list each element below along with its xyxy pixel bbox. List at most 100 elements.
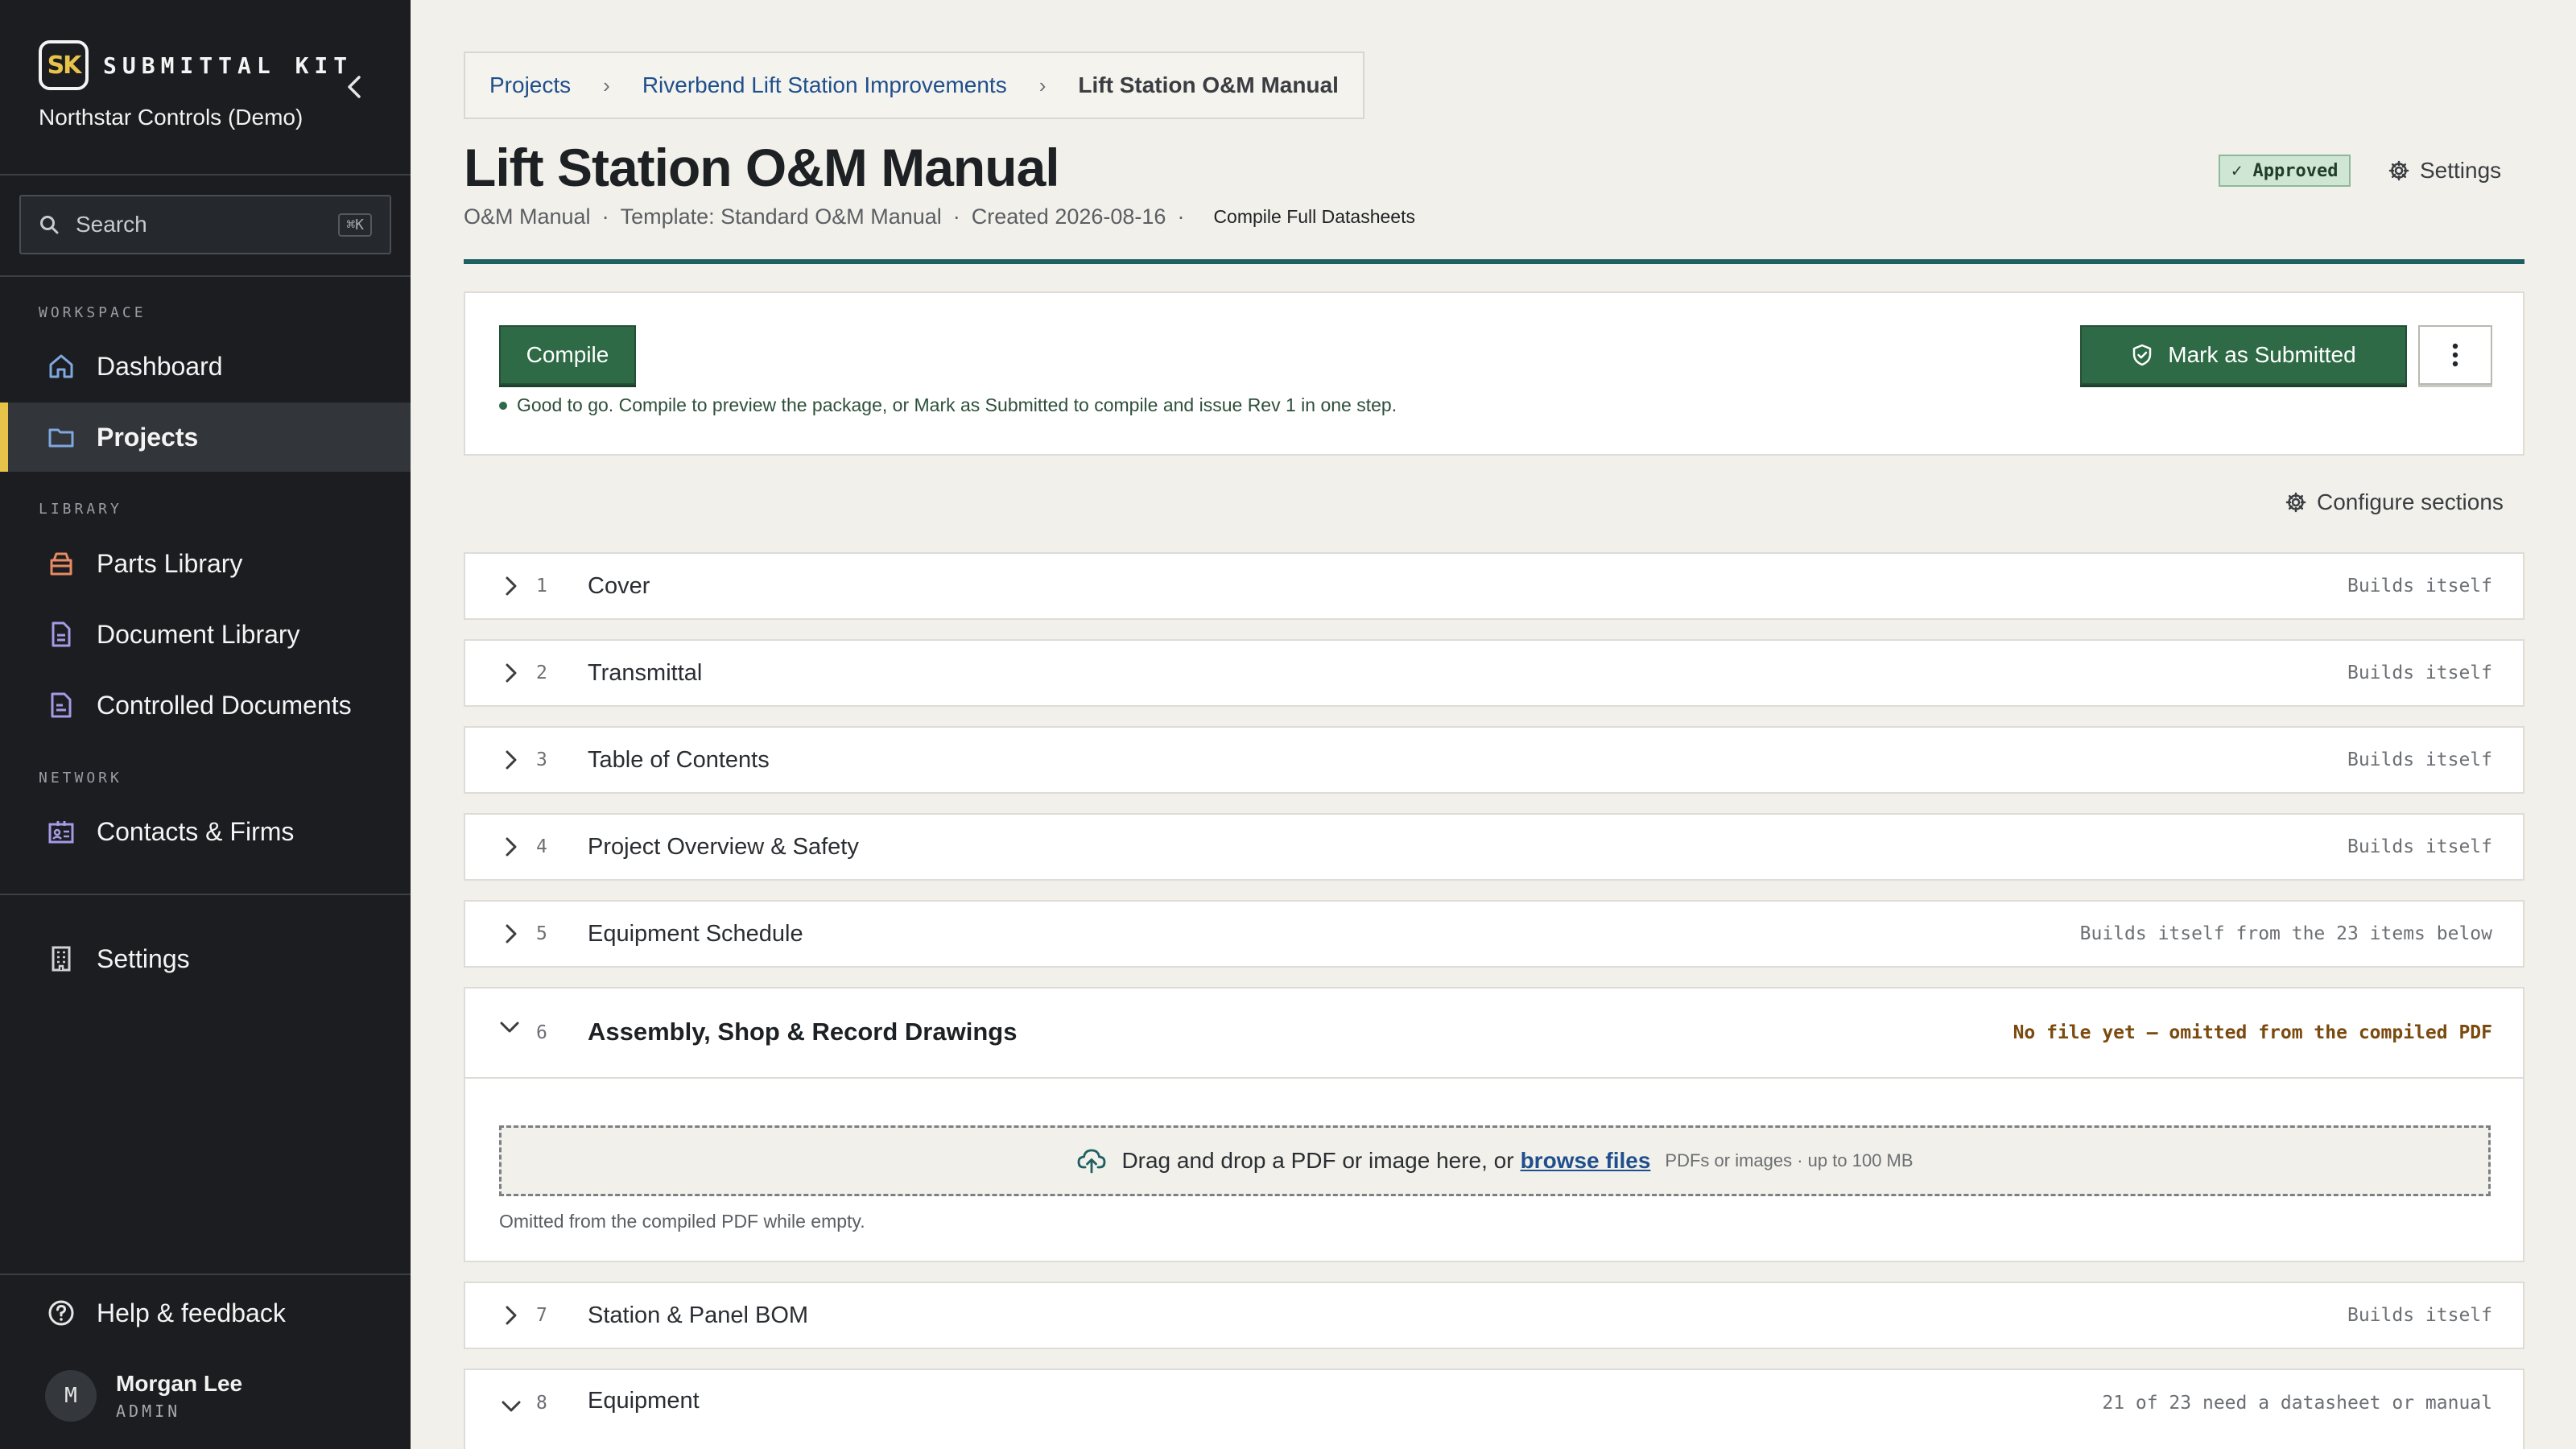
more-actions-button[interactable] (2418, 325, 2492, 385)
box-icon (45, 547, 77, 580)
section-row[interactable]: 1 Cover Builds itself (464, 552, 2524, 620)
app-name: SUBMITTAL KIT (103, 52, 353, 79)
user-profile[interactable]: M Morgan Lee ADMIN (45, 1370, 242, 1422)
chevron-right-icon[interactable] (499, 574, 523, 598)
mark-as-submitted-label: Mark as Submitted (2168, 342, 2356, 367)
section-number: 6 (536, 1022, 547, 1043)
section-header[interactable]: 6 Assembly, Shop & Record Drawings No fi… (465, 989, 2523, 1079)
sidebar-item-label: Projects (97, 422, 199, 452)
section-title: Assembly, Shop & Record Drawings (588, 1018, 1018, 1046)
configure-sections-button[interactable]: Configure sections (2285, 489, 2504, 515)
breadcrumb: Projects › Riverbend Lift Station Improv… (464, 52, 1364, 119)
folder-icon (45, 421, 77, 453)
search-input[interactable]: Search ⌘K (19, 195, 391, 254)
breadcrumb-separator: › (603, 72, 610, 97)
search-shortcut: ⌘K (338, 213, 372, 237)
sidebar-item-label: Dashboard (97, 351, 223, 381)
section-row[interactable]: 7 Station & Panel BOM Builds itself (464, 1282, 2524, 1349)
dropzone-text: Drag and drop a PDF or image here, or (1121, 1148, 1514, 1173)
section-title: Table of Contents (588, 746, 770, 773)
chevron-right-icon[interactable] (499, 748, 523, 772)
configure-sections-label: Configure sections (2317, 489, 2504, 514)
chevron-down-icon[interactable] (499, 1394, 523, 1418)
chevron-right-icon[interactable] (499, 835, 523, 859)
home-icon (45, 350, 77, 382)
section-title: Equipment Schedule (588, 920, 803, 947)
sidebar-item-dashboard[interactable]: Dashboard (0, 332, 411, 401)
browse-files-link[interactable]: browse files (1521, 1148, 1651, 1174)
app-logo: SK (39, 40, 89, 90)
shield-check-icon (2133, 344, 2152, 366)
status-dot (499, 401, 507, 410)
section-title: Project Overview & Safety (588, 833, 859, 860)
sidebar-item-parts-library[interactable]: Parts Library (0, 529, 411, 598)
search-icon (40, 216, 59, 234)
section-label-workspace: WORKSPACE (39, 304, 147, 321)
sidebar-divider (0, 275, 411, 277)
sidebar-item-settings[interactable]: Settings (0, 924, 411, 993)
template-name: Template: Standard O&M Manual (620, 204, 942, 229)
sidebar-item-label: Document Library (97, 619, 300, 649)
section-status: Builds itself (2347, 749, 2492, 770)
section-number: 5 (536, 923, 547, 944)
sidebar: SK SUBMITTAL KIT Northstar Controls (Dem… (0, 0, 411, 1449)
page-meta: O&M Manual · Template: Standard O&M Manu… (464, 204, 1415, 229)
controlled-document-icon (45, 689, 77, 721)
meta-separator: · (952, 204, 960, 229)
chevron-right-icon[interactable] (499, 922, 523, 946)
mark-as-submitted-button[interactable]: Mark as Submitted (2080, 325, 2407, 385)
collapse-sidebar-button[interactable] (338, 71, 370, 103)
help-feedback-link[interactable]: Help & feedback (0, 1278, 411, 1348)
compile-panel: Compile Good to go. Compile to preview t… (464, 291, 2524, 456)
upload-cloud-icon (1078, 1149, 1106, 1174)
page-title: Lift Station O&M Manual (464, 138, 1060, 197)
chevron-right-icon[interactable] (499, 661, 523, 685)
section-title: Station & Panel BOM (588, 1302, 809, 1328)
section-title: Equipment (588, 1388, 700, 1414)
section-status: Builds itself (2347, 1305, 2492, 1326)
org-name: Northstar Controls (Demo) (39, 105, 303, 130)
chevron-left-icon (348, 76, 361, 98)
section-status: No file yet — omitted from the compiled … (2013, 1022, 2492, 1043)
compile-button[interactable]: Compile (499, 325, 636, 385)
sidebar-item-controlled-documents[interactable]: Controlled Documents (0, 671, 411, 740)
section-title: Transmittal (588, 659, 703, 686)
breadcrumb-current: Lift Station O&M Manual (1078, 72, 1339, 97)
section-expanded: 6 Assembly, Shop & Record Drawings No fi… (464, 987, 2524, 1262)
sidebar-item-label: Controlled Documents (97, 690, 352, 720)
section-number: 8 (536, 1393, 547, 1414)
section-label-library: LIBRARY (39, 501, 122, 518)
help-circle-icon (45, 1297, 77, 1329)
file-dropzone[interactable]: Drag and drop a PDF or image here, or br… (499, 1125, 2491, 1196)
sidebar-divider (0, 1274, 411, 1275)
search-placeholder: Search (76, 212, 147, 237)
sidebar-item-document-library[interactable]: Document Library (0, 600, 411, 669)
section-number: 2 (536, 663, 547, 683)
compile-full-datasheets-link[interactable]: Compile Full Datasheets (1213, 206, 1415, 228)
section-row[interactable]: 2 Transmittal Builds itself (464, 639, 2524, 707)
section-status: Builds itself (2347, 576, 2492, 597)
ready-status: Good to go. Compile to preview the packa… (499, 394, 1397, 416)
section-row[interactable]: 4 Project Overview & Safety Builds itsel… (464, 813, 2524, 881)
sidebar-item-projects[interactable]: Projects (0, 402, 411, 472)
document-icon (45, 618, 77, 650)
chevron-down-icon[interactable] (499, 1021, 520, 1038)
page-settings-button[interactable]: Settings (2388, 155, 2501, 187)
sidebar-divider (0, 894, 411, 895)
chevron-right-icon[interactable] (499, 1303, 523, 1327)
building-icon (45, 943, 77, 975)
section-row[interactable]: 3 Table of Contents Builds itself (464, 726, 2524, 794)
section-number: 1 (536, 576, 547, 597)
breadcrumb-projects-link[interactable]: Projects (489, 72, 571, 98)
user-role: ADMIN (116, 1402, 181, 1421)
section-row[interactable]: 8 Equipment 21 of 23 need a datasheet or… (464, 1368, 2524, 1449)
sidebar-item-contacts-firms[interactable]: Contacts & Firms (0, 797, 411, 866)
header-rule (464, 259, 2524, 264)
section-row[interactable]: 5 Equipment Schedule Builds itself from … (464, 900, 2524, 968)
section-status: Builds itself (2347, 663, 2492, 683)
settings-label: Settings (2420, 158, 2502, 183)
brand[interactable]: SK SUBMITTAL KIT (39, 40, 353, 90)
breadcrumb-project-link[interactable]: Riverbend Lift Station Improvements (642, 72, 1007, 98)
section-status: Builds itself from the 23 items below (2079, 923, 2492, 944)
gear-icon (2285, 492, 2306, 513)
